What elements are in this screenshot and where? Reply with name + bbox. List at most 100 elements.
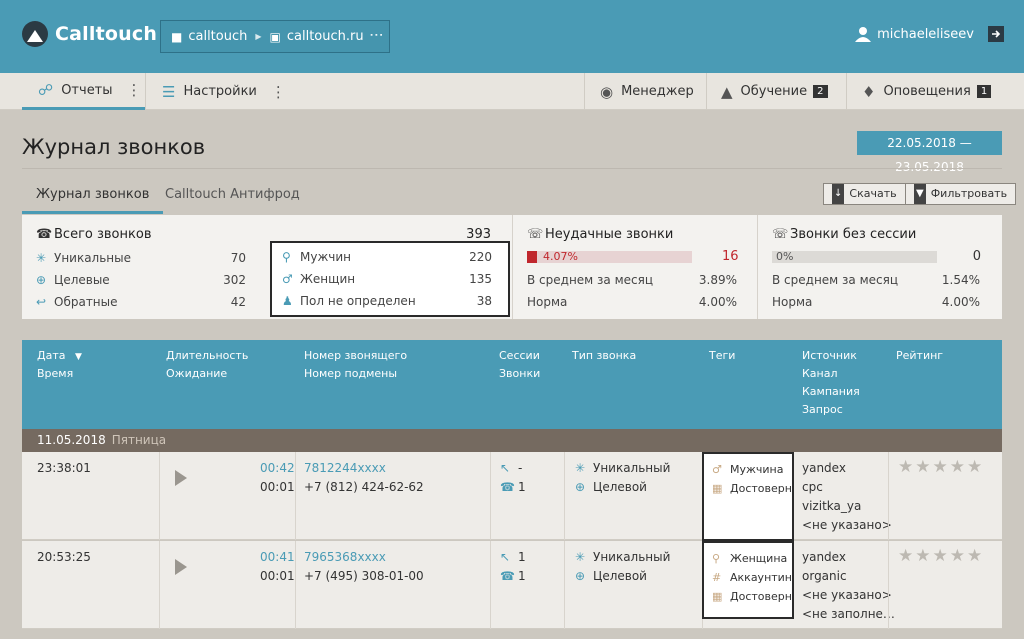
women-row[interactable]: ♂ Женщин 135: [282, 272, 492, 286]
men-row[interactable]: ⚲ Мужчин 220: [282, 250, 492, 264]
nav-settings-label: Настройки: [183, 84, 257, 99]
no-session-norm-value: 4.00%: [941, 295, 980, 309]
phone-missed-icon: ☏: [527, 227, 544, 242]
column-query[interactable]: Запрос: [802, 401, 843, 419]
campaign: <не указано>: [802, 588, 892, 602]
caller-number-link[interactable]: 7965368xxxx: [304, 548, 386, 567]
column-type[interactable]: Тип звонка: [572, 347, 636, 365]
download-label: Скачать: [849, 187, 897, 200]
rating-stars[interactable]: ★★★★★: [898, 546, 984, 566]
phone-icon: ☎: [500, 569, 515, 583]
gender-stats-box: ⚲ Мужчин 220 ♂ Женщин 135 ♟ Пол не определе…: [270, 241, 510, 317]
callback-row[interactable]: ↩ Обратные 42: [36, 295, 246, 309]
failed-norm-label: Норма: [527, 295, 568, 309]
date-range-picker[interactable]: 22.05.2018 — 23.05.2018: [857, 131, 1002, 174]
calls-count: 1: [518, 480, 526, 494]
user-menu[interactable]: michaeleliseev: [855, 26, 1004, 42]
column-tags[interactable]: Теги: [709, 347, 735, 365]
nav-manager-label: Менеджер: [621, 84, 694, 99]
username[interactable]: michaeleliseev: [877, 27, 974, 42]
cell-divider: [295, 541, 296, 629]
male-symbol-icon: ♂: [282, 272, 293, 286]
type-target-label: Целевой: [593, 569, 647, 583]
sort-desc-icon[interactable]: ▼: [75, 352, 82, 362]
asterisk-icon: ✳: [575, 550, 586, 564]
type-unique-label: Уникальный: [593, 461, 671, 475]
nav-divider: [846, 73, 847, 110]
nav-settings-menu-icon[interactable]: ⋮: [271, 83, 286, 101]
tag-verified-label: Достоверн: [730, 482, 792, 495]
column-caller[interactable]: Номер звонящего: [304, 347, 407, 365]
briefcase-icon: ■: [171, 29, 183, 44]
filter-label: Фильтровать: [930, 187, 1008, 200]
logo[interactable]: Calltouch: [22, 21, 157, 47]
table-row[interactable]: 23:38:01 00:42 00:01 7812244xxxx +7 (812…: [22, 452, 1002, 540]
stats-divider: [512, 215, 513, 319]
column-channel[interactable]: Канал: [802, 365, 838, 383]
female-search-icon: ⚲: [712, 552, 721, 565]
column-sessions[interactable]: Сессии: [499, 347, 540, 365]
failed-norm-value: 4.00%: [698, 295, 737, 309]
project-breadcrumb[interactable]: ■ calltouch ▶ ▣ calltouch.ru ⋮: [160, 20, 390, 53]
headset-icon: ◉: [600, 82, 614, 101]
sessions-cell[interactable]: ↖ -: [500, 459, 522, 478]
cell-divider: [564, 452, 565, 540]
column-subst[interactable]: Номер подмены: [304, 365, 397, 383]
nav-reports[interactable]: ☍ Отчеты ⋮: [22, 73, 145, 110]
unique-label: Уникальные: [54, 251, 132, 265]
unique-calls-row[interactable]: ✳ Уникальные 70: [36, 251, 246, 265]
play-icon[interactable]: [175, 470, 187, 486]
download-button[interactable]: ↓ Скачать: [823, 183, 906, 205]
caller-number-link[interactable]: 7812244xxxx: [304, 459, 386, 478]
type-target-label: Целевой: [593, 480, 647, 494]
women-value: 135: [469, 272, 492, 286]
call-duration: 00:42: [260, 461, 295, 475]
column-source[interactable]: Источник: [802, 347, 857, 365]
target-icon: ⊕: [36, 273, 47, 287]
column-date[interactable]: Дата ▼: [37, 347, 82, 366]
total-calls-value: 393: [466, 227, 491, 242]
call-wait: 00:01: [260, 569, 295, 583]
column-duration[interactable]: Длительность: [166, 347, 248, 365]
nav-alerts[interactable]: ♦ Оповещения 1: [862, 73, 992, 110]
tab-antifraud[interactable]: Calltouch Антифрод: [165, 184, 300, 214]
breadcrumb-account[interactable]: calltouch: [188, 29, 247, 44]
play-icon[interactable]: [175, 559, 187, 575]
column-campaign[interactable]: Кампания: [802, 383, 860, 401]
tab-call-journal[interactable]: Журнал звонков: [22, 184, 164, 214]
tag-verified: ▦ Достоверн: [704, 479, 792, 498]
filter-button[interactable]: ▼ Фильтровать: [905, 183, 1017, 205]
column-rating[interactable]: Рейтинг: [896, 347, 943, 365]
type-unique: ✳ Уникальный: [575, 459, 670, 478]
target-icon: ⊕: [575, 569, 586, 583]
unknown-gender-label: Пол не определен: [300, 294, 416, 308]
type-unique: ✳ Уникальный: [575, 548, 670, 567]
breadcrumb-site[interactable]: calltouch.ru: [287, 29, 364, 44]
nav-settings[interactable]: ☰ Настройки ⋮: [162, 73, 286, 110]
cell-divider: [888, 541, 889, 629]
nav-training[interactable]: ▲ Обучение 2: [721, 73, 828, 110]
logout-icon[interactable]: [988, 26, 1004, 42]
no-session-avg-label: В среднем за месяц: [772, 273, 899, 287]
top-bar: Calltouch ■ calltouch ▶ ▣ calltouch.ru ⋮…: [0, 0, 1024, 73]
substitution-number: +7 (495) 308-01-00: [304, 569, 424, 583]
table-row[interactable]: 20:53:25 00:41 00:01 7965368xxxx +7 (495…: [22, 541, 1002, 629]
no-session-avg-row: В среднем за месяц 1.54%: [772, 273, 980, 287]
failed-calls-bar-fill: [527, 251, 538, 263]
failed-avg-label: В среднем за месяц: [527, 273, 654, 287]
calls-cell: ☎ 1: [500, 567, 526, 586]
cell-divider: [159, 541, 160, 629]
day-group-header: 11.05.2018 Пятница: [22, 429, 1002, 452]
column-wait[interactable]: Ожидание: [166, 365, 227, 383]
nav-reports-menu-icon[interactable]: ⋮: [127, 81, 142, 99]
breadcrumb-menu-icon[interactable]: ⋮: [368, 28, 384, 42]
total-calls-label: Всего звонков: [54, 227, 152, 242]
column-time[interactable]: Время: [37, 365, 73, 383]
sessions-cell[interactable]: ↖ 1: [500, 548, 526, 567]
target-calls-row[interactable]: ⊕ Целевые 302: [36, 273, 246, 287]
column-calls[interactable]: Звонки: [499, 365, 540, 383]
nav-manager[interactable]: ◉ Менеджер: [600, 73, 694, 110]
unknown-gender-row[interactable]: ♟ Пол не определен 38: [282, 294, 492, 308]
rating-stars[interactable]: ★★★★★: [898, 457, 984, 477]
tag-accounting: # Аккаунтинг: [704, 568, 792, 587]
